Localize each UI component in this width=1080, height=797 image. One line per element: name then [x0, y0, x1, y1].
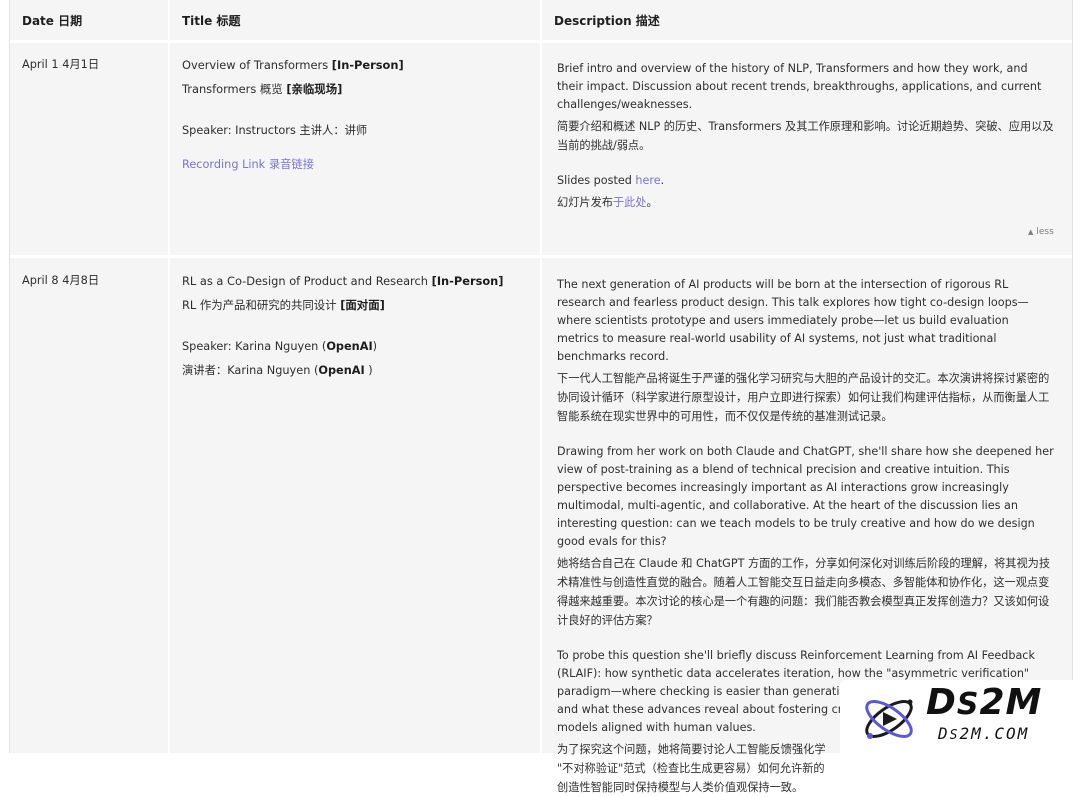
- row1-date: April 1 4月1日: [22, 58, 100, 71]
- caret-up-icon: ▲: [1028, 228, 1034, 236]
- row1-title-zh: Transformers 概览 [亲临现场]: [182, 82, 343, 96]
- row2-desc-en-2: Drawing from her work on both Claude and…: [557, 445, 1054, 548]
- row1-desc-zh: 简要介绍和概述 NLP 的历史、Transformers 及其工作原理和影响。讨…: [557, 120, 1054, 152]
- row1-desc-en: Brief intro and overview of the history …: [557, 62, 1042, 111]
- column-divider: [168, 0, 170, 753]
- row2-speaker-en: Speaker: Karina Nguyen (OpenAI): [182, 340, 378, 353]
- slides-link-en[interactable]: here: [635, 174, 660, 187]
- row1-slides-zh: 幻灯片发布于此处。: [557, 196, 658, 209]
- row2-desc-zh-2: 她将结合自己在 Claude 和 ChatGPT 方面的工作，分享如何深化对训练…: [557, 557, 1051, 627]
- row-divider: [10, 255, 1072, 258]
- less-toggle[interactable]: ▲ less: [1028, 227, 1054, 237]
- row1-title-cell: Overview of Transformers [In-Person] Tra…: [182, 53, 522, 177]
- watermark-text: DS2M: [926, 682, 1043, 723]
- header-date: Date 日期: [22, 14, 83, 28]
- watermark-logo: DS2M DS2M.COM: [840, 680, 1080, 753]
- row2-desc-en-1: The next generation of AI products will …: [557, 278, 1029, 363]
- column-divider: [540, 0, 542, 753]
- row2-date: April 8 4月8日: [22, 274, 100, 287]
- row2-desc-zh-1: 下一代人工智能产品将诞生于严谨的强化学习研究与大胆的产品设计的交汇。本次演讲将探…: [557, 372, 1050, 423]
- row2-title-cell: RL as a Co-Design of Product and Researc…: [182, 269, 522, 383]
- slides-link-zh[interactable]: 于此处: [613, 196, 647, 209]
- row2-title-zh: RL 作为产品和研究的共同设计 [面对面]: [182, 298, 385, 312]
- row2-desc-zh-3c: 创造性智能同时保持模型与人类价值观保持一致。: [557, 781, 804, 794]
- row-divider: [10, 40, 1072, 43]
- row2-speaker-zh: 演讲者：Karina Nguyen (OpenAI ): [182, 364, 373, 377]
- watermark-subtext: DS2M.COM: [938, 724, 1030, 743]
- atom-logo-icon: [865, 699, 913, 739]
- recording-link[interactable]: Recording Link 录音链接: [182, 153, 522, 177]
- row1-speaker: Speaker: Instructors 主讲人：讲师: [182, 124, 368, 137]
- row1-slides-en: Slides posted here.: [557, 174, 665, 187]
- header-title: Title 标题: [182, 14, 241, 28]
- row2-title-en: RL as a Co-Design of Product and Researc…: [182, 274, 504, 288]
- row1-title-en: Overview of Transformers [In-Person]: [182, 58, 404, 72]
- row1-description: Brief intro and overview of the history …: [557, 60, 1054, 212]
- header-description: Description 描述: [554, 14, 660, 28]
- row2-desc-zh-3b: "不对称验证"范式（检查比生成更容易）如何允许新的: [557, 762, 825, 775]
